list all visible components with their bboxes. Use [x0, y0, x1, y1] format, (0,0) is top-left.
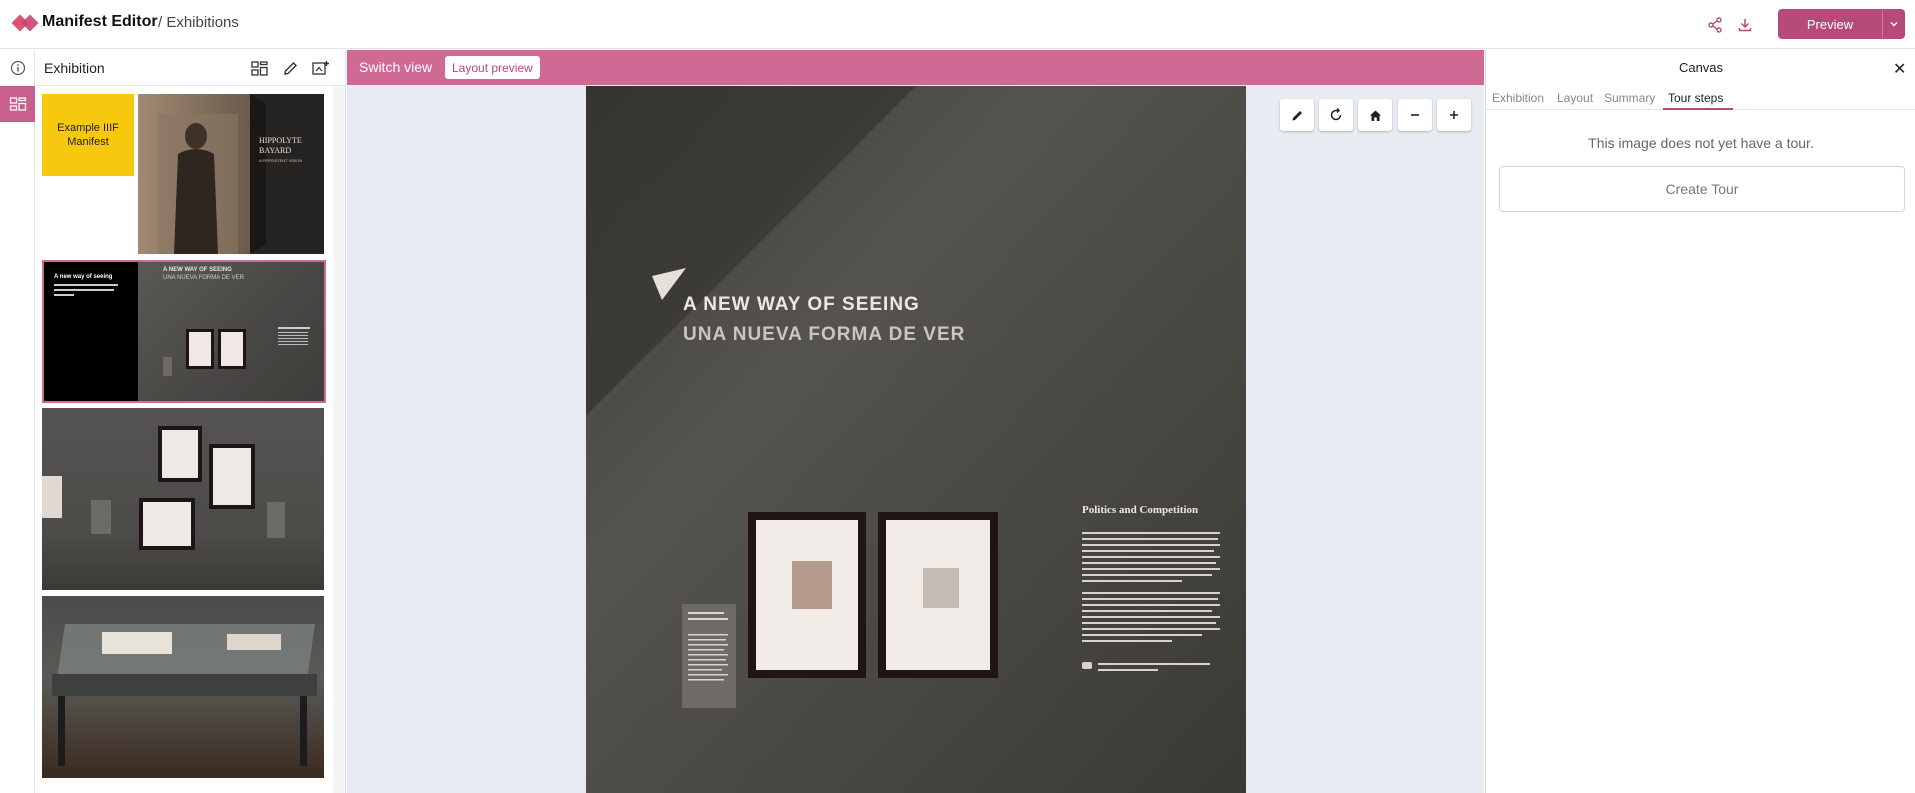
thumbnail-display-case[interactable]: [42, 596, 324, 778]
zoom-in-button[interactable]: [1437, 99, 1471, 131]
tab-summary[interactable]: Summary: [1604, 91, 1655, 105]
panel-tabs: Exhibition Layout Summary Tour steps: [1486, 88, 1915, 110]
grid-icon: [9, 97, 26, 111]
chevron-down-icon: [1890, 21, 1898, 27]
image-heading: A NEW WAY OF SEEING: [683, 294, 920, 315]
exhibition-panel-header: Exhibition: [36, 50, 345, 86]
preview-button[interactable]: Preview: [1778, 9, 1882, 39]
active-tab-indicator: [1663, 108, 1733, 110]
thumbnail-bayard[interactable]: HIPPOLYTE BAYARD A PERSISTENT VISION: [138, 94, 324, 254]
layout-view-button[interactable]: [0, 86, 35, 122]
logo-icon: [12, 14, 39, 32]
create-tour-button[interactable]: Create Tour: [1499, 166, 1905, 212]
thumbnail-scrollbar[interactable]: [333, 86, 345, 793]
wall-panel-title: Politics and Competition: [1082, 504, 1199, 516]
pencil-icon: [1292, 110, 1302, 120]
tab-exhibition[interactable]: Exhibition: [1492, 91, 1544, 105]
app-name[interactable]: Manifest Editor: [42, 13, 158, 31]
rotate-button[interactable]: [1319, 99, 1353, 131]
panel-title: Exhibition: [44, 60, 105, 76]
preview-dropdown-button[interactable]: [1882, 9, 1905, 39]
home-button[interactable]: [1358, 99, 1392, 131]
zoom-out-icon: [1411, 114, 1419, 116]
empty-tour-message: This image does not yet have a tour.: [1588, 135, 1814, 151]
canvas-properties-panel: Canvas ✕ Exhibition Layout Summary Tour …: [1485, 50, 1915, 793]
image-heading-2: UNA NUEVA FORMA DE VER: [683, 324, 966, 345]
thumbnail-info-title: A new way of seeing: [54, 274, 113, 280]
rotate-icon: [1330, 108, 1342, 121]
download-icon[interactable]: [1732, 12, 1758, 38]
thumbnail-info-card: A new way of seeing: [44, 262, 138, 401]
panel-title: Canvas: [1678, 60, 1724, 75]
zoom-out-button[interactable]: [1398, 99, 1432, 131]
zoom-in-icon: [1450, 111, 1458, 119]
canvas-image[interactable]: A NEW WAY OF SEEING UNA NUEVA FORMA DE V…: [586, 86, 1246, 793]
info-icon: [10, 60, 25, 76]
switch-view-button[interactable]: Switch view: [359, 59, 432, 75]
canvas-area: Switch view Layout preview A NEW WAY OF …: [347, 50, 1484, 793]
thumbnail-heading: A NEW WAY OF SEEING: [163, 267, 232, 273]
share-icon[interactable]: [1702, 12, 1728, 38]
thumbnail-card-manifest[interactable]: Example IIIF Manifest: [42, 94, 134, 176]
exhibition-panel: Exhibition Example IIIF Manifest HIPPOLY…: [36, 50, 346, 793]
close-icon[interactable]: ✕: [1893, 59, 1906, 79]
thumbnail-bayard-title: HIPPOLYTE BAYARD: [259, 136, 302, 155]
breadcrumb[interactable]: / Exhibitions: [158, 14, 239, 31]
layout-grid-icon[interactable]: [249, 58, 269, 78]
tab-tour-steps[interactable]: Tour steps: [1668, 91, 1723, 105]
layout-preview-button[interactable]: Layout preview: [445, 56, 540, 79]
thumbnail-bayard-subtitle: A PERSISTENT VISION: [259, 158, 303, 163]
add-item-icon[interactable]: [311, 58, 331, 78]
edit-icon[interactable]: [280, 58, 300, 78]
top-bar: Manifest Editor / Exhibitions Preview: [0, 0, 1915, 49]
thumbnail-heading-2: UNA NUEVA FORMA DE VER: [163, 275, 244, 281]
thumbnail-gallery-wall[interactable]: [42, 408, 324, 590]
left-rail: [0, 50, 35, 793]
canvas-toolbar: Switch view Layout preview: [347, 50, 1484, 85]
gallery-photo: [586, 86, 1246, 793]
info-button[interactable]: [0, 50, 35, 86]
annotate-button[interactable]: [1280, 99, 1314, 131]
thumbnail-new-way-of-seeing[interactable]: A new way of seeing A NEW WAY OF SEEING …: [42, 260, 326, 403]
home-icon: [1369, 110, 1381, 121]
tab-layout[interactable]: Layout: [1557, 91, 1593, 105]
